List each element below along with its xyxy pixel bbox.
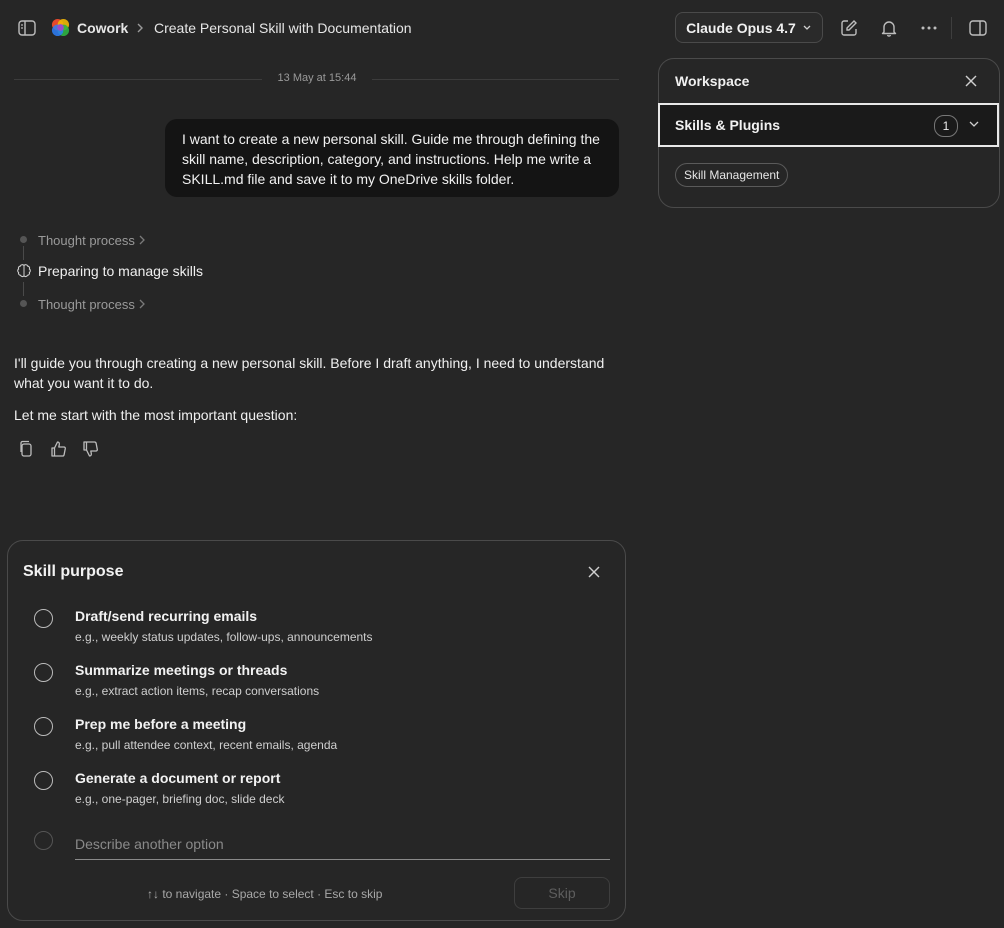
option-radio[interactable] <box>34 609 53 628</box>
option-title[interactable]: Generate a document or report <box>75 770 280 786</box>
option-description: e.g., weekly status updates, follow-ups,… <box>75 630 373 644</box>
workspace-title: Workspace <box>675 73 750 89</box>
option-radio[interactable] <box>34 663 53 682</box>
chevron-down-icon[interactable] <box>968 120 980 128</box>
thumbs-down-icon[interactable] <box>79 438 101 460</box>
cowork-logo-icon <box>51 18 70 37</box>
step-dot <box>20 236 27 243</box>
user-message-bubble: I want to create a new personal skill. G… <box>165 119 619 197</box>
option-description: e.g., extract action items, recap conver… <box>75 684 320 698</box>
breadcrumb-separator <box>135 20 145 36</box>
thumbs-up-icon[interactable] <box>47 438 69 460</box>
question-title: Skill purpose <box>23 563 124 580</box>
assistant-paragraph: Let me start with the most important que… <box>14 407 298 423</box>
panel-toggle-icon[interactable] <box>967 17 989 39</box>
ellipsis-icon[interactable] <box>918 17 940 39</box>
option-title[interactable]: Summarize meetings or threads <box>75 662 287 678</box>
step-label: Preparing to manage skills <box>38 263 203 279</box>
chat-title[interactable]: Create Personal Skill with Documentation <box>154 20 412 36</box>
option-radio[interactable] <box>34 771 53 790</box>
user-message-text: I want to create a new personal skill. G… <box>182 131 600 187</box>
chevron-down-icon <box>803 25 811 30</box>
bell-icon[interactable] <box>878 17 900 39</box>
app-name[interactable]: Cowork <box>77 20 128 36</box>
skip-button[interactable]: Skip <box>514 877 610 909</box>
step-dot <box>20 300 27 307</box>
message-timestamp: 13 May at 15:44 <box>262 72 372 84</box>
toolbar-divider <box>951 17 952 39</box>
other-option-input[interactable] <box>75 829 610 860</box>
sidebar-toggle-icon[interactable] <box>16 17 38 39</box>
option-description: e.g., pull attendee context, recent emai… <box>75 738 338 752</box>
skill-chip[interactable]: Skill Management <box>675 163 789 187</box>
model-label: Claude Opus 4.7 <box>686 19 796 36</box>
compose-icon[interactable] <box>838 17 860 39</box>
chevron-right-icon[interactable] <box>137 298 147 310</box>
copy-icon[interactable] <box>15 438 37 460</box>
brain-icon <box>16 263 32 279</box>
option-radio[interactable] <box>34 717 53 736</box>
section-label: Skills & Plugins <box>675 117 781 133</box>
model-selector-button[interactable]: Claude Opus 4.7 <box>675 12 823 43</box>
step-connector <box>23 282 24 296</box>
option-title[interactable]: Draft/send recurring emails <box>75 608 257 624</box>
other-option-radio[interactable] <box>34 831 53 850</box>
assistant-paragraph: I'll guide you through creating a new pe… <box>14 355 605 391</box>
chevron-right-icon[interactable] <box>137 234 147 246</box>
close-icon[interactable] <box>960 70 982 92</box>
step-connector <box>23 246 24 260</box>
option-title[interactable]: Prep me before a meeting <box>75 716 246 732</box>
thought-process-toggle[interactable]: Thought process <box>38 233 135 248</box>
close-icon[interactable] <box>583 561 605 583</box>
thought-process-toggle[interactable]: Thought process <box>38 297 135 312</box>
count-badge: 1 <box>934 115 958 137</box>
option-description: e.g., one-pager, briefing doc, slide dec… <box>75 792 285 806</box>
keyboard-hint: ↑↓ to navigate · Space to select · Esc t… <box>147 887 383 901</box>
